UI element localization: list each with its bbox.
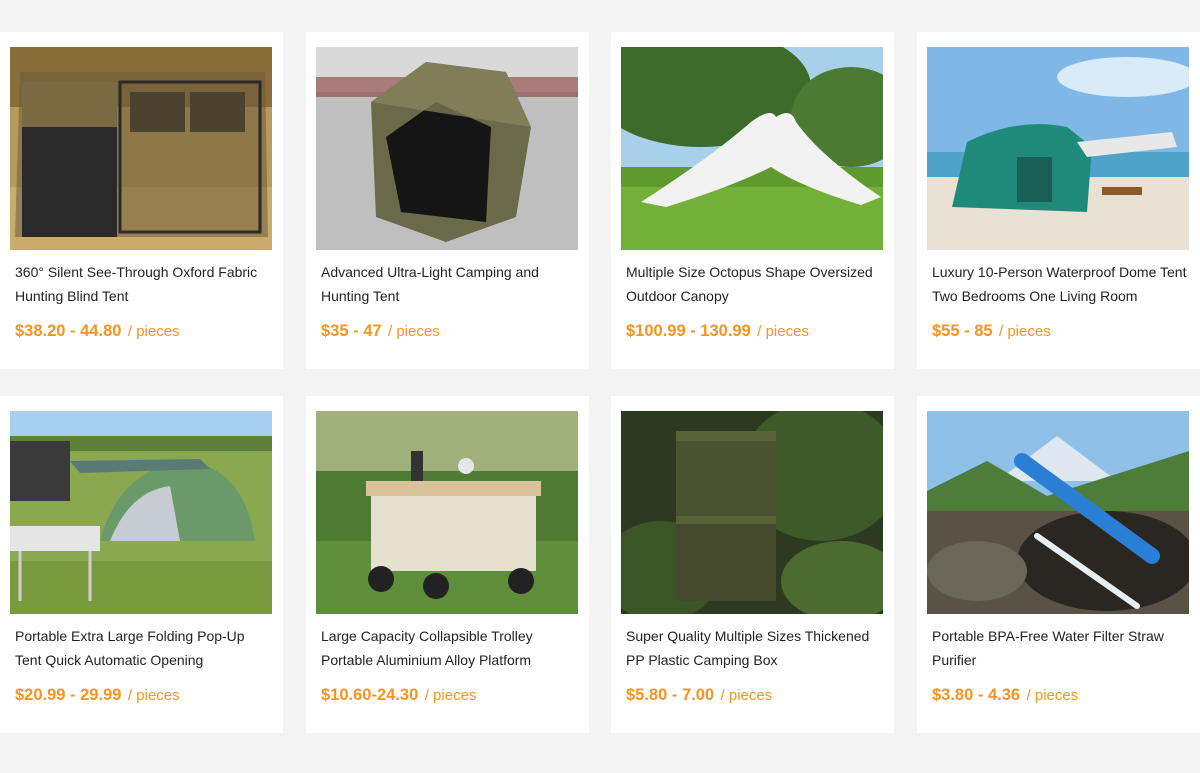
product-image[interactable] <box>10 47 272 250</box>
product-card[interactable]: Multiple Size Octopus Shape Oversized Ou… <box>611 32 894 369</box>
product-image[interactable] <box>927 47 1189 250</box>
product-title[interactable]: Multiple Size Octopus Shape Oversized Ou… <box>626 260 884 308</box>
price-row: $5.80 - 7.00 / pieces <box>626 684 772 707</box>
price-row: $20.99 - 29.99 / pieces <box>15 684 180 707</box>
price-unit: / pieces <box>999 323 1051 340</box>
product-title[interactable]: Luxury 10-Person Waterproof Dome Tent Tw… <box>932 260 1190 308</box>
product-image[interactable] <box>316 47 578 250</box>
price-unit: / pieces <box>127 687 180 704</box>
price-range: $5.80 - 7.00 <box>626 686 715 704</box>
price-range: $20.99 - 29.99 <box>15 686 122 704</box>
product-title[interactable]: Advanced Ultra-Light Camping and Hunting… <box>321 260 579 308</box>
product-title[interactable]: Large Capacity Collapsible Trolley Porta… <box>321 624 579 672</box>
product-card[interactable]: Super Quality Multiple Sizes Thickened P… <box>611 396 894 733</box>
product-card[interactable]: Portable Extra Large Folding Pop-Up Tent… <box>0 396 283 733</box>
price-unit: / pieces <box>388 323 440 340</box>
price-row: $55 - 85 / pieces <box>932 320 1051 343</box>
product-card[interactable]: Luxury 10-Person Waterproof Dome Tent Tw… <box>917 32 1200 369</box>
product-title[interactable]: Portable Extra Large Folding Pop-Up Tent… <box>15 624 273 672</box>
product-image[interactable] <box>10 411 272 614</box>
product-card[interactable]: Portable BPA-Free Water Filter Straw Pur… <box>917 396 1200 733</box>
price-range: $10.60-24.30 <box>321 686 419 704</box>
product-image[interactable] <box>927 411 1189 614</box>
product-image[interactable] <box>316 411 578 614</box>
product-title[interactable]: Super Quality Multiple Sizes Thickened P… <box>626 624 884 672</box>
product-image[interactable] <box>621 47 883 250</box>
price-range: $38.20 - 44.80 <box>15 322 122 340</box>
price-row: $100.99 - 130.99 / pieces <box>626 320 809 343</box>
product-title[interactable]: Portable BPA-Free Water Filter Straw Pur… <box>932 624 1190 672</box>
price-unit: / pieces <box>720 687 773 704</box>
product-image[interactable] <box>621 411 883 614</box>
price-unit: / pieces <box>127 323 180 340</box>
price-range: $3.80 - 4.36 <box>932 686 1021 704</box>
price-unit: / pieces <box>424 687 477 704</box>
product-card[interactable]: Advanced Ultra-Light Camping and Hunting… <box>306 32 589 369</box>
price-range: $100.99 - 130.99 <box>626 322 751 340</box>
price-range: $35 - 47 <box>321 322 382 340</box>
product-title[interactable]: 360° Silent See-Through Oxford Fabric Hu… <box>15 260 273 308</box>
price-row: $3.80 - 4.36 / pieces <box>932 684 1078 707</box>
price-row: $35 - 47 / pieces <box>321 320 440 343</box>
price-row: $38.20 - 44.80 / pieces <box>15 320 180 343</box>
price-row: $10.60-24.30 / pieces <box>321 684 476 707</box>
price-unit: / pieces <box>1026 687 1079 704</box>
product-card[interactable]: Large Capacity Collapsible Trolley Porta… <box>306 396 589 733</box>
price-unit: / pieces <box>757 323 809 340</box>
product-card[interactable]: 360° Silent See-Through Oxford Fabric Hu… <box>0 32 283 369</box>
price-range: $55 - 85 <box>932 322 993 340</box>
